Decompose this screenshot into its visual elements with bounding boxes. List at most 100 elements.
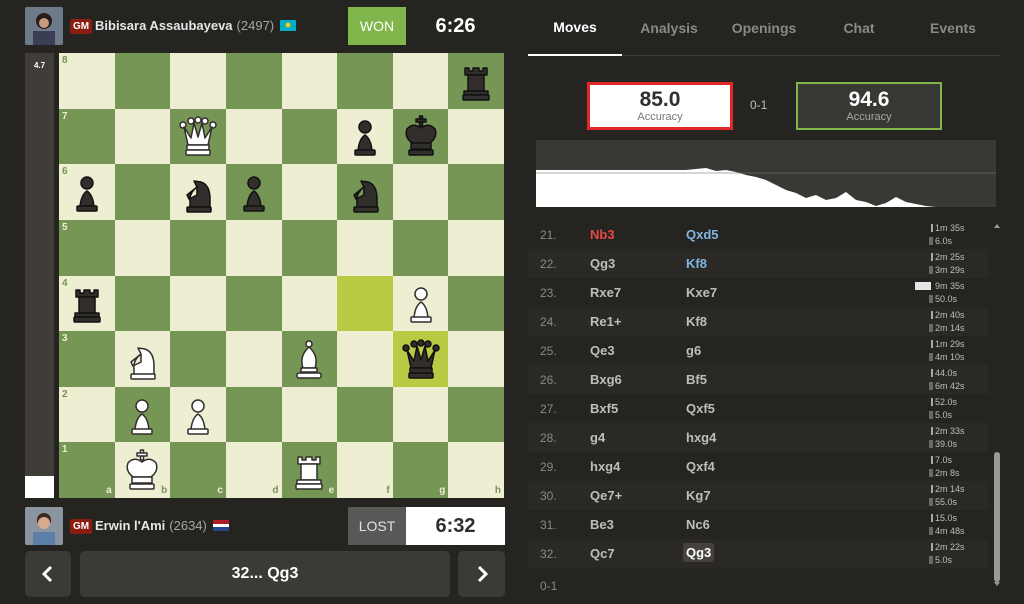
square-c1[interactable]: c [170,442,226,498]
square-c6[interactable] [170,164,226,220]
black-knight-icon[interactable] [342,169,388,215]
square-d6[interactable] [225,164,282,220]
chess-board[interactable]: 87654321abcdefgh [59,53,504,498]
square-f8[interactable] [337,53,393,109]
square-f1[interactable]: f [337,442,393,498]
square-c4[interactable] [170,275,226,332]
black-move[interactable]: Qg3 [683,543,715,562]
square-g7[interactable] [392,108,449,165]
square-f5[interactable] [337,219,393,276]
square-d4[interactable] [225,275,282,332]
black-pawn-icon[interactable] [342,113,388,159]
square-b8[interactable] [114,53,171,109]
black-pawn-icon[interactable] [231,169,277,215]
black-move[interactable]: Qxf4 [686,459,715,474]
white-move[interactable]: Rxe7 [590,285,621,300]
current-move-display[interactable]: 32... Qg3 [80,551,450,597]
top-player-name[interactable]: Bibisara Assaubayeva (2497) [95,18,297,34]
tab-moves[interactable]: Moves [528,0,622,56]
square-f3[interactable] [337,331,393,387]
black-move[interactable]: Bf5 [686,372,707,387]
white-queen-icon[interactable] [175,113,221,159]
tab-chat[interactable]: Chat [812,0,906,56]
square-d5[interactable] [225,219,282,276]
square-h2[interactable] [448,386,504,443]
square-e6[interactable] [281,164,338,220]
white-pawn-icon[interactable] [398,280,444,326]
white-move[interactable]: Bxf5 [590,401,618,416]
square-f4[interactable] [337,275,393,332]
bottom-player-name[interactable]: Erwin l'Ami (2634) [95,518,229,534]
black-king-icon[interactable] [398,113,444,159]
white-move[interactable]: Qe3 [590,343,615,358]
black-queen-icon[interactable] [398,336,444,382]
square-a6[interactable]: 6 [59,164,115,220]
black-pawn-icon[interactable] [64,169,110,215]
square-c3[interactable] [170,331,226,387]
top-player-avatar[interactable] [25,7,63,45]
black-rook-icon[interactable] [453,58,499,104]
white-move[interactable]: Nb3 [590,227,615,242]
square-a4[interactable]: 4 [59,275,115,332]
bottom-player-avatar[interactable] [25,507,63,545]
black-move[interactable]: Kf8 [686,256,707,271]
black-move[interactable]: Kxe7 [686,285,717,300]
white-rook-icon[interactable] [286,447,332,493]
black-move[interactable]: g6 [686,343,701,358]
square-g5[interactable] [392,219,449,276]
square-d8[interactable] [225,53,282,109]
square-g4[interactable] [392,275,449,332]
square-d1[interactable]: d [225,442,282,498]
next-move-button[interactable] [458,551,505,597]
white-move[interactable]: Qg3 [590,256,615,271]
square-a1[interactable]: 1a [59,442,115,498]
white-move[interactable]: hxg4 [590,459,620,474]
square-b1[interactable]: b [114,442,171,498]
black-move[interactable]: Nc6 [686,517,710,532]
tab-openings[interactable]: Openings [716,0,812,56]
black-rook-icon[interactable] [64,280,110,326]
square-b6[interactable] [114,164,171,220]
square-a7[interactable]: 7 [59,108,115,165]
black-move[interactable]: Kg7 [686,488,711,503]
white-pawn-icon[interactable] [119,392,165,438]
white-move[interactable]: Re1+ [590,314,621,329]
square-d7[interactable] [225,108,282,165]
white-move[interactable]: Bxg6 [590,372,622,387]
white-knight-icon[interactable] [119,336,165,382]
square-a8[interactable]: 8 [59,53,115,109]
square-c7[interactable] [170,108,226,165]
square-a5[interactable]: 5 [59,219,115,276]
black-move[interactable]: hxg4 [686,430,716,445]
white-move[interactable]: Qe7+ [590,488,622,503]
square-c2[interactable] [170,386,226,443]
square-g2[interactable] [392,386,449,443]
square-e2[interactable] [281,386,338,443]
square-d2[interactable] [225,386,282,443]
black-move[interactable]: Kf8 [686,314,707,329]
square-f2[interactable] [337,386,393,443]
square-h1[interactable]: h [448,442,504,498]
square-b2[interactable] [114,386,171,443]
square-e3[interactable] [281,331,338,387]
square-h4[interactable] [448,275,504,332]
black-move[interactable]: Qxf5 [686,401,715,416]
black-move[interactable]: Qxd5 [686,227,719,242]
square-h5[interactable] [448,219,504,276]
white-move[interactable]: Qc7 [590,546,615,561]
square-h8[interactable] [448,53,504,109]
square-h7[interactable] [448,108,504,165]
square-g1[interactable]: g [392,442,449,498]
white-move[interactable]: Be3 [590,517,614,532]
tab-analysis[interactable]: Analysis [622,0,716,56]
white-king-icon[interactable] [119,447,165,493]
evaluation-graph[interactable] [536,140,996,207]
square-e7[interactable] [281,108,338,165]
previous-move-button[interactable] [25,551,71,597]
square-b7[interactable] [114,108,171,165]
square-b3[interactable] [114,331,171,387]
square-e5[interactable] [281,219,338,276]
square-c5[interactable] [170,219,226,276]
square-e1[interactable]: e [281,442,338,498]
square-f7[interactable] [337,108,393,165]
